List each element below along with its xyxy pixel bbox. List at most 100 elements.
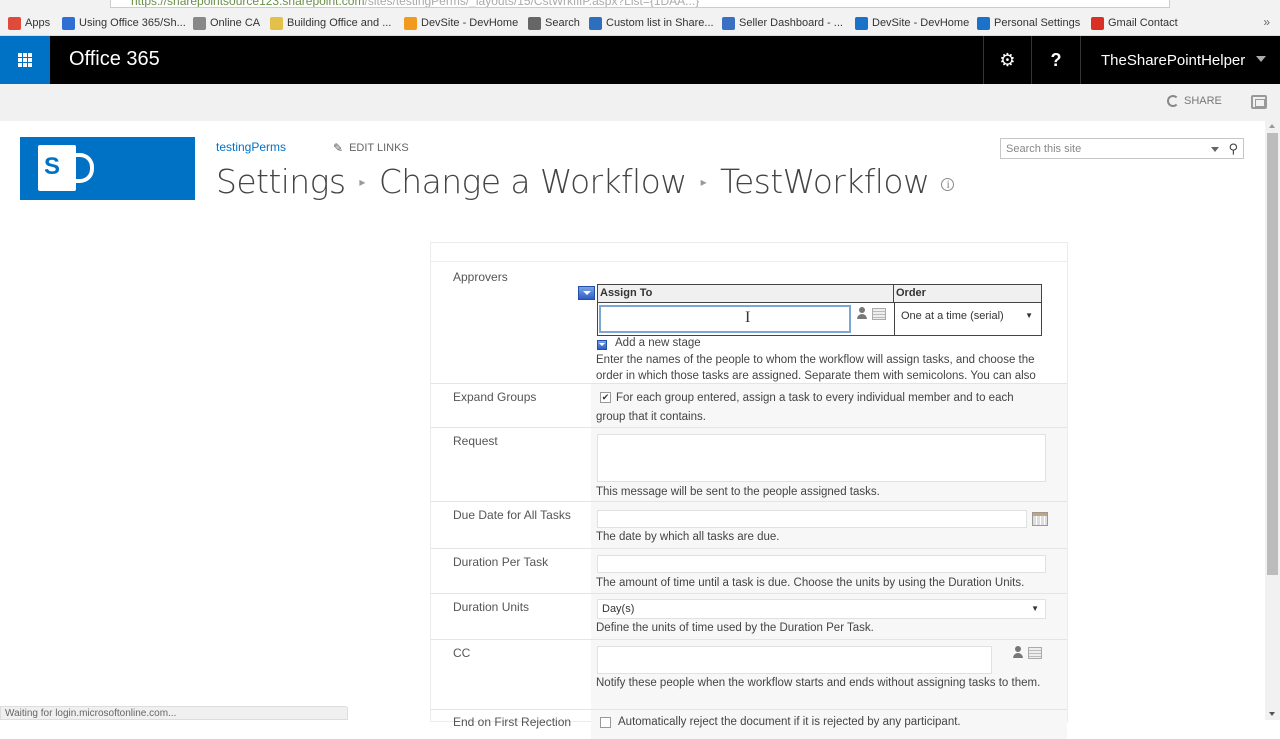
bookmark-label: Gmail Contact	[1108, 17, 1178, 29]
bookmark-favicon-icon	[270, 16, 283, 30]
user-name: TheSharePointHelper	[1101, 51, 1246, 69]
address-book-icon[interactable]	[1028, 647, 1042, 659]
browser-url-bar: https://sharepointsource123.sharepoint.c…	[0, 0, 1280, 10]
request-textarea[interactable]	[597, 434, 1046, 482]
share-button[interactable]: SHARE	[1167, 95, 1222, 107]
end-on-first-rejection-text: Automatically reject the document if it …	[618, 716, 961, 728]
end-on-first-rejection-label: End on First Rejection	[453, 715, 572, 729]
check-names-icon[interactable]	[1012, 646, 1026, 660]
bookmark-favicon-icon	[193, 16, 206, 30]
cc-label: CC	[453, 646, 471, 660]
cc-row: CC Notify these people when the workflow…	[431, 639, 1067, 709]
request-description: This message will be sent to the people …	[596, 486, 880, 498]
page-scrollbar[interactable]	[1265, 121, 1280, 720]
bookmark-label: DevSite - DevHome	[872, 17, 970, 29]
share-icon	[1167, 95, 1179, 107]
request-row: Request This message will be sent to the…	[431, 427, 1067, 501]
bookmark-item[interactable]: Seller Dashboard - ...	[722, 15, 843, 31]
breadcrumb-change-workflow[interactable]: Change a Workflow	[379, 162, 687, 201]
bookmarks-bar: Apps Using Office 365/Sh... Online CA Build…	[0, 10, 1280, 36]
due-date-input[interactable]	[597, 510, 1027, 528]
scroll-down-icon[interactable]	[1269, 712, 1275, 716]
url-domain: https://sharepointsource123.sharepoint.c…	[131, 0, 365, 8]
scroll-up-icon[interactable]	[1269, 124, 1275, 128]
bookmark-favicon-icon	[404, 16, 417, 30]
settings-button[interactable]: ⚙	[983, 36, 1031, 84]
edit-links-button[interactable]: ✎ EDIT LINKS	[333, 141, 409, 155]
cc-input[interactable]	[597, 646, 992, 674]
assign-to-input[interactable]: I	[599, 305, 851, 333]
focus-on-content-icon[interactable]	[1251, 95, 1267, 109]
bookmark-label: Personal Settings	[994, 17, 1081, 29]
order-value: One at a time (serial)	[901, 310, 1004, 322]
info-icon[interactable]: i	[941, 177, 955, 191]
add-new-stage-link[interactable]: Add a new stage	[615, 337, 701, 349]
expand-groups-label: Expand Groups	[453, 390, 537, 404]
bookmark-item[interactable]: Personal Settings	[977, 15, 1080, 31]
due-date-label: Due Date for All Tasks	[453, 508, 571, 522]
search-input[interactable]: Search this site ⚲	[1000, 138, 1244, 159]
url-path: /sites/testingPerms/_layouts/15/CstWrkfl…	[364, 0, 700, 8]
end-on-first-rejection-checkbox[interactable]	[600, 717, 611, 728]
bookmarks-overflow-button[interactable]: »	[1263, 15, 1270, 29]
bookmark-item[interactable]: Building Office and ...	[270, 15, 391, 31]
help-button[interactable]: ?	[1031, 36, 1080, 84]
approvers-label: Approvers	[453, 270, 508, 284]
bookmark-item[interactable]: Online CA	[193, 15, 260, 31]
search-scope-dropdown-icon[interactable]	[1211, 147, 1219, 152]
approvers-table: Assign To Order I One at a time (serial)…	[597, 284, 1042, 336]
dropdown-arrow-icon: ▼	[1025, 311, 1033, 320]
browser-status-bar: Waiting for login.microsoftonline.com...	[0, 706, 348, 720]
order-select[interactable]: One at a time (serial) ▼	[894, 303, 1041, 335]
bookmark-label: Search	[545, 17, 580, 29]
bookmark-item[interactable]: Gmail Contact	[1091, 15, 1178, 31]
breadcrumb-separator-icon: ▸	[359, 174, 365, 189]
search-icon[interactable]: ⚲	[1228, 141, 1238, 157]
share-label: SHARE	[1184, 95, 1222, 107]
duration-per-task-row: Duration Per Task The amount of time unt…	[431, 548, 1067, 593]
check-names-icon[interactable]	[856, 307, 870, 321]
breadcrumb-settings[interactable]: Settings	[216, 162, 346, 201]
duration-units-select[interactable]: Day(s) ▼	[597, 599, 1046, 619]
collapse-stage-icon[interactable]	[578, 286, 595, 300]
text-cursor-icon: I	[745, 309, 751, 326]
bookmark-label: DevSite - DevHome	[421, 17, 519, 29]
approvers-row: Approvers Assign To Order I One at a tim…	[431, 261, 1067, 398]
bookmark-label: Using Office 365/Sh...	[79, 17, 186, 29]
search-placeholder: Search this site	[1006, 143, 1082, 155]
duration-units-value: Day(s)	[602, 603, 635, 615]
add-stage-icon[interactable]	[597, 340, 607, 350]
bookmark-item[interactable]: DevSite - DevHome	[404, 15, 518, 31]
bookmark-favicon-icon	[855, 16, 868, 30]
bookmark-item[interactable]: Custom list in Share...	[589, 15, 714, 31]
sharepoint-logo[interactable]: S	[20, 137, 195, 200]
dropdown-arrow-icon: ▼	[1031, 604, 1039, 613]
bookmark-item[interactable]: Using Office 365/Sh...	[62, 15, 186, 31]
bookmark-item[interactable]: Apps	[8, 15, 50, 31]
office365-brand[interactable]: Office 365	[69, 48, 160, 71]
bookmark-label: Seller Dashboard - ...	[739, 17, 843, 29]
workflow-form: Approvers Assign To Order I One at a tim…	[430, 242, 1068, 739]
bookmark-label: Apps	[25, 17, 51, 29]
duration-per-task-input[interactable]	[597, 555, 1046, 573]
address-bar[interactable]: https://sharepointsource123.sharepoint.c…	[110, 0, 1170, 8]
bookmark-item[interactable]: DevSite - DevHome	[855, 15, 969, 31]
scroll-thumb[interactable]	[1267, 133, 1278, 575]
site-link[interactable]: testingPerms	[216, 140, 286, 154]
bookmark-label: Online CA	[210, 17, 261, 29]
address-book-icon[interactable]	[872, 308, 886, 320]
bookmark-item[interactable]: Search	[528, 15, 580, 31]
bookmark-favicon-icon	[722, 16, 735, 30]
calendar-icon[interactable]	[1032, 512, 1048, 526]
expand-groups-row: Expand Groups ✔ For each group entered, …	[431, 383, 1067, 427]
assign-to-header: Assign To	[598, 285, 894, 303]
request-label: Request	[453, 434, 498, 448]
due-date-description: The date by which all tasks are due.	[596, 531, 780, 543]
bookmark-favicon-icon	[62, 16, 75, 30]
help-icon: ?	[1050, 49, 1062, 70]
bookmark-favicon-icon	[8, 16, 21, 30]
user-menu-button[interactable]: TheSharePointHelper	[1080, 36, 1280, 84]
app-launcher-button[interactable]	[0, 36, 50, 84]
end-on-first-rejection-row: End on First Rejection Automatically rej…	[431, 709, 1067, 739]
gear-icon: ⚙	[999, 49, 1016, 70]
